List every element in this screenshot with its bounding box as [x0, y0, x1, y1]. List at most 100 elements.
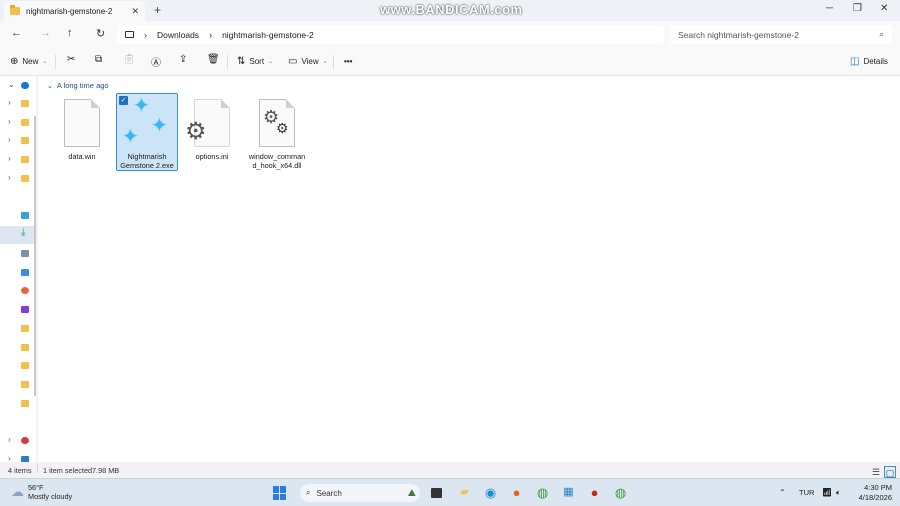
document-icon [64, 99, 100, 147]
chevron-right-icon[interactable]: › [8, 435, 11, 444]
minimize-button[interactable]: ─ [826, 3, 833, 14]
nav-item-music[interactable] [0, 284, 36, 298]
close-window-button[interactable]: ✕ [880, 3, 888, 14]
chrome-icon[interactable]: ◍ [535, 485, 550, 500]
file-list: ⌄ A long time ago data.win ✓ ✦ ✦ ✦ Night… [38, 76, 900, 462]
nav-item-drive[interactable]: › [0, 434, 36, 448]
photos-icon[interactable]: ▦ [561, 485, 576, 500]
taskbar-search[interactable]: ⌕ Search ⛰ [300, 484, 420, 502]
view-icon: ▭ [288, 56, 298, 67]
folder-icon [21, 100, 29, 107]
firefox-icon[interactable]: ● [509, 485, 524, 500]
back-button[interactable]: ← [11, 27, 22, 39]
sort-label: Sort [249, 57, 265, 66]
nav-item-folder[interactable] [0, 341, 36, 355]
copy-icon[interactable]: ⧉ [95, 54, 102, 65]
task-view-icon[interactable] [431, 488, 442, 498]
file-item-options-ini[interactable]: ⚙ options.ini [181, 93, 243, 171]
nav-item-folder[interactable]: › [0, 134, 36, 148]
rename-icon[interactable]: Ⓐ [151, 54, 161, 69]
chevron-right-icon[interactable]: › [8, 154, 11, 163]
folder-icon [10, 5, 20, 15]
chevron-right-icon: › [209, 29, 213, 40]
breadcrumb-downloads[interactable]: Downloads [157, 30, 199, 40]
large-icons-view-icon[interactable]: ▢ [884, 466, 896, 478]
bandicam-watermark: www.BANDICAM.com [380, 2, 523, 17]
taskbar: ☁ 56°F Mostly cloudy ⌕ Search ⛰ ▰ ◉ ● ◍ … [0, 478, 900, 506]
weather-widget[interactable]: ☁ 56°F Mostly cloudy [11, 483, 72, 501]
desktop-icon [21, 212, 29, 219]
file-name: options.ini [195, 152, 229, 161]
plus-circle-icon: ⊕ [10, 56, 19, 67]
show-hidden-icons[interactable]: ⌃ [779, 488, 786, 497]
file-name: data.win [68, 152, 96, 161]
forward-button[interactable]: → [40, 27, 51, 39]
wifi-icon[interactable]: 📶︎ [822, 488, 832, 497]
input-language[interactable]: TUR [799, 488, 814, 497]
file-name-line2: d_hook_x64.dll [252, 161, 302, 170]
nav-item-folder[interactable]: › [0, 153, 36, 167]
this-pc-icon[interactable] [125, 31, 134, 38]
nav-item-videos[interactable] [0, 303, 36, 317]
nav-item-folder[interactable] [0, 378, 36, 392]
up-button[interactable]: ↑ [67, 27, 73, 39]
chevron-down-icon[interactable]: ⌄ [8, 80, 15, 89]
clock[interactable]: 4:30 PM 4/18/2026 [848, 483, 892, 503]
paste-icon[interactable]: 📋︎ [123, 54, 136, 65]
view-button[interactable]: ▭ View ⌄ [288, 56, 328, 67]
chrome-profile-icon[interactable]: ◍ [613, 485, 628, 500]
nav-item-folder[interactable]: › [0, 97, 36, 111]
nav-item-documents[interactable] [0, 247, 36, 261]
new-tab-button[interactable]: + [154, 3, 161, 17]
search-icon: ⌕ [306, 488, 311, 497]
cut-icon[interactable]: ✂ [67, 54, 75, 65]
file-item-window-command-hook-dll[interactable]: ⚙ ⚙ window_comman d_hook_x64.dll [246, 93, 308, 171]
address-bar: ← → ↑ ↻ › Downloads › nightmarish-gemsto… [0, 21, 900, 48]
chevron-right-icon[interactable]: › [8, 135, 11, 144]
share-icon[interactable]: ⇪ [179, 54, 187, 65]
file-item-data-win[interactable]: data.win [51, 93, 113, 171]
nav-item-pictures[interactable] [0, 266, 36, 280]
nav-item-folder[interactable] [0, 359, 36, 373]
divider [333, 55, 334, 69]
details-view-icon[interactable]: ☰ [870, 466, 882, 478]
more-options-button[interactable]: ••• [344, 57, 352, 66]
nav-item-folder[interactable]: › [0, 172, 36, 186]
nav-scrollbar[interactable] [34, 116, 36, 396]
maximize-button[interactable]: ❐ [853, 3, 862, 14]
breadcrumb-current-folder[interactable]: nightmarish-gemstone-2 [222, 30, 314, 40]
search-icon: ⌕ [879, 29, 884, 39]
file-name-line1: Nightmarish [127, 152, 167, 161]
gem-icon: ✦ [151, 115, 168, 137]
nav-item-desktop[interactable] [0, 209, 36, 223]
chevron-right-icon[interactable]: › [8, 98, 11, 107]
search-input[interactable]: Search nightmarish-gemstone-2 ⌕ [670, 25, 892, 44]
tab-current[interactable]: nightmarish-gemstone-2 ✕ [4, 1, 145, 21]
start-button[interactable] [273, 486, 288, 501]
chevron-right-icon[interactable]: › [8, 117, 11, 126]
gear-icon: ⚙ [276, 120, 289, 136]
nav-item-folder[interactable] [0, 397, 36, 411]
new-button[interactable]: ⊕ New ⌄ [10, 56, 47, 67]
nav-item-folder[interactable] [0, 322, 36, 336]
windows-icon [273, 486, 287, 500]
details-button[interactable]: ◫ Details [850, 56, 888, 67]
nav-item-onedrive[interactable]: ⌄ [0, 79, 36, 93]
file-item-nightmarish-gemstone-exe[interactable]: ✓ ✦ ✦ ✦ Nightmarish Gemstone 2.exe [116, 93, 178, 171]
edge-icon[interactable]: ◉ [483, 485, 498, 500]
folder-icon [21, 325, 29, 332]
nav-item-folder[interactable]: › [0, 116, 36, 130]
close-tab-icon[interactable]: ✕ [131, 6, 139, 17]
delete-icon[interactable]: 🗑︎ [207, 54, 220, 65]
refresh-button[interactable]: ↻ [96, 27, 105, 40]
volume-icon[interactable]: 🔈︎ [836, 488, 841, 498]
sort-button[interactable]: ⇅ Sort ⌄ [237, 56, 273, 67]
file-explorer-icon[interactable]: ▰ [457, 485, 472, 500]
nav-item-downloads[interactable]: ⤓ [0, 226, 34, 244]
checkbox-checked-icon[interactable]: ✓ [119, 96, 128, 105]
navigation-pane: ⌄ › › › › › ⤓ › › [0, 76, 36, 463]
breadcrumb[interactable]: › Downloads › nightmarish-gemstone-2 [117, 25, 664, 44]
chevron-right-icon[interactable]: › [8, 173, 11, 182]
bandicam-icon[interactable]: ● [587, 485, 602, 500]
group-header[interactable]: ⌄ A long time ago [47, 81, 109, 90]
